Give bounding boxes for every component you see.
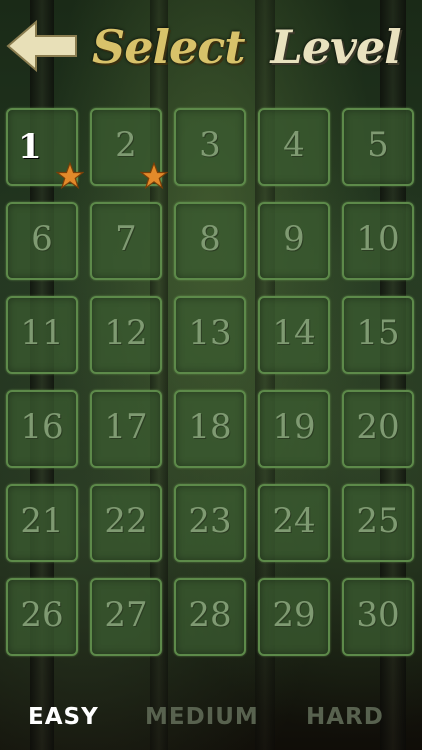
level-tile[interactable]: 20	[342, 390, 414, 468]
level-number: 30	[356, 595, 400, 635]
level-number: 26	[20, 595, 64, 635]
star-icon	[56, 162, 84, 190]
level-tile[interactable]: 30	[342, 578, 414, 656]
level-tile[interactable]: 26	[6, 578, 78, 656]
level-tile[interactable]: 7	[90, 202, 162, 280]
level-tile[interactable]: 4	[258, 108, 330, 186]
level-tile[interactable]: 3	[174, 108, 246, 186]
level-tile[interactable]: 17	[90, 390, 162, 468]
tab-medium[interactable]: MEDIUM	[145, 704, 259, 730]
level-tile[interactable]: 22	[90, 484, 162, 562]
level-tile[interactable]: 21	[6, 484, 78, 562]
level-tile[interactable]: 9	[258, 202, 330, 280]
level-number: 20	[356, 407, 400, 447]
level-number: 27	[104, 595, 148, 635]
back-arrow-icon[interactable]	[6, 18, 78, 74]
title-select: Select	[92, 20, 245, 74]
level-tile[interactable]: 5	[342, 108, 414, 186]
level-number: 12	[104, 313, 148, 353]
level-tile[interactable]: 29	[258, 578, 330, 656]
page-title: Select Level	[92, 12, 418, 82]
level-number: 19	[272, 407, 316, 447]
level-number: 21	[20, 501, 64, 541]
level-number: 16	[20, 407, 64, 447]
level-number: 18	[188, 407, 232, 447]
level-tile[interactable]: 15	[342, 296, 414, 374]
level-number: 8	[199, 219, 221, 259]
level-tile[interactable]: 10	[342, 202, 414, 280]
level-tile[interactable]: 28	[174, 578, 246, 656]
level-tile[interactable]: 18	[174, 390, 246, 468]
level-number: 6	[31, 219, 53, 259]
level-number: 5	[367, 125, 389, 165]
level-number: 22	[104, 501, 148, 541]
level-number: 29	[272, 595, 316, 635]
difficulty-tabs: EASY MEDIUM HARD	[0, 700, 422, 740]
level-number: 7	[115, 219, 137, 259]
title-level: Level	[270, 20, 401, 74]
tab-hard[interactable]: HARD	[306, 704, 384, 730]
level-number: 25	[356, 501, 400, 541]
level-number: 15	[356, 313, 400, 353]
star-icon	[140, 162, 168, 190]
level-number: 23	[188, 501, 232, 541]
level-number: 13	[188, 313, 232, 353]
header: Select Level	[0, 0, 422, 90]
level-number: 14	[272, 313, 316, 353]
level-tile[interactable]: 23	[174, 484, 246, 562]
level-tile[interactable]: 27	[90, 578, 162, 656]
level-number: 24	[272, 501, 316, 541]
level-tile[interactable]: 12	[90, 296, 162, 374]
level-tile[interactable]: 11	[6, 296, 78, 374]
level-number: 11	[20, 313, 64, 353]
level-number: 4	[283, 125, 305, 165]
level-tile[interactable]: 25	[342, 484, 414, 562]
level-number: 1	[18, 127, 42, 167]
level-tile[interactable]: 16	[6, 390, 78, 468]
level-tile[interactable]: 14	[258, 296, 330, 374]
level-tile[interactable]: 13	[174, 296, 246, 374]
level-tile[interactable]: 19	[258, 390, 330, 468]
level-tile[interactable]: 8	[174, 202, 246, 280]
level-number: 9	[283, 219, 305, 259]
level-tile[interactable]: 24	[258, 484, 330, 562]
level-number: 10	[356, 219, 400, 259]
level-number: 28	[188, 595, 232, 635]
level-number: 2	[115, 125, 137, 165]
tab-easy[interactable]: EASY	[28, 704, 99, 730]
level-number: 17	[104, 407, 148, 447]
level-tile[interactable]: 6	[6, 202, 78, 280]
level-number: 3	[199, 125, 221, 165]
